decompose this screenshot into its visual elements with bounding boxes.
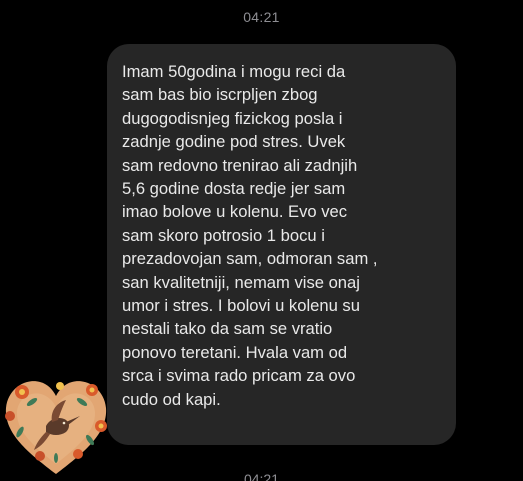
message-line: sam redovno trenirao ali zadnjih	[122, 155, 358, 175]
message-line: prezadovojan sam, odmoran sam ,	[122, 249, 378, 269]
message-line: ponovo teretani. Hvala vam od	[122, 342, 348, 362]
message-line: nestali tako da sam se vratio	[122, 319, 333, 339]
received-message-bubble[interactable]: Imam 50godina i mogu reci da sam bas bio…	[107, 44, 456, 445]
message-line: sam skoro potrosio 1 bocu i	[122, 225, 325, 245]
message-line: 5,6 godine dosta redje jer sam	[122, 179, 346, 199]
message-line: cudo od kapi.	[122, 389, 221, 409]
message-timestamp: 04:21	[243, 9, 280, 25]
message-line: imao bolove u kolenu. Evo vec	[122, 202, 348, 222]
next-timestamp-text: 04:21	[243, 471, 280, 481]
message-line: zadnje godine pod stres. Uvek	[122, 132, 346, 152]
message-line: san kvalitetniji, nemam vise onaj	[122, 272, 360, 292]
message-line: srca i svima rado pricam za ovo	[122, 366, 356, 386]
message-line: Imam 50godina i mogu reci da	[122, 62, 346, 81]
message-line: umor i stres. I bolovi u kolenu su	[122, 296, 360, 316]
heart-hummingbird-sticker-icon	[0, 370, 112, 481]
message-line: dugogodisnjeg fizickog posla i	[122, 108, 343, 128]
message-line: sam bas bio iscrpljen zbog	[122, 85, 318, 105]
